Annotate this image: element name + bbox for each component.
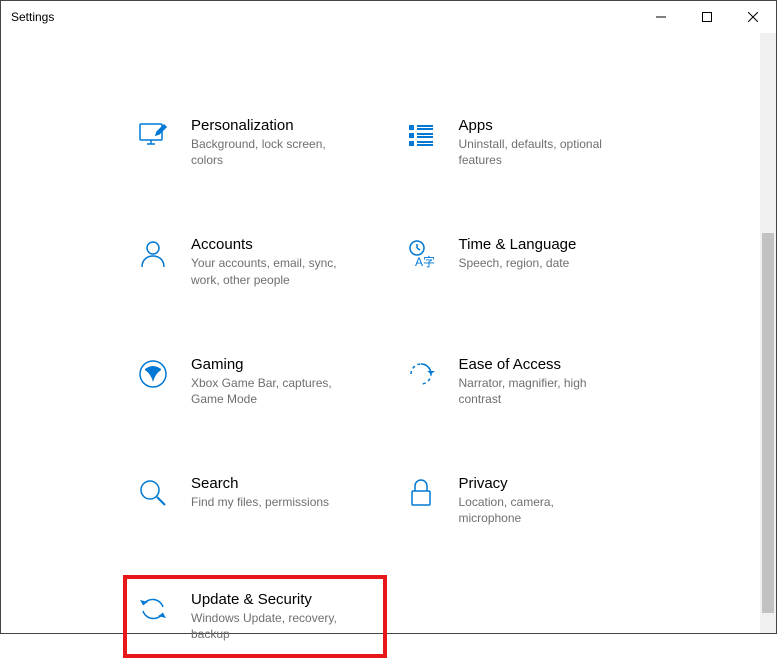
ease-of-access-icon: [403, 356, 439, 392]
search-icon: [135, 475, 171, 511]
scrollbar-thumb[interactable]: [762, 233, 774, 613]
svg-text:A字: A字: [415, 254, 435, 269]
category-title: Accounts: [191, 236, 351, 253]
category-desc: Speech, region, date: [459, 255, 577, 271]
category-search[interactable]: Search Find my files, permissions: [131, 471, 379, 530]
minimize-button[interactable]: [638, 1, 684, 33]
category-title: Privacy: [459, 475, 619, 492]
maximize-button[interactable]: [684, 1, 730, 33]
scrollbar[interactable]: [760, 33, 776, 633]
privacy-icon: [403, 475, 439, 511]
category-title: Ease of Access: [459, 356, 619, 373]
update-security-icon: [135, 591, 171, 627]
category-title: Update & Security: [191, 591, 351, 608]
category-title: Apps: [459, 117, 619, 134]
category-desc: Your accounts, email, sync, work, other …: [191, 255, 351, 287]
close-button[interactable]: [730, 1, 776, 33]
titlebar: Settings: [1, 1, 776, 33]
category-ease-of-access[interactable]: Ease of Access Narrator, magnifier, high…: [399, 352, 647, 411]
category-desc: Location, camera, microphone: [459, 494, 619, 526]
settings-categories: Personalization Background, lock screen,…: [1, 33, 776, 662]
time-language-icon: A字: [403, 236, 439, 272]
category-desc: Find my files, permissions: [191, 494, 329, 510]
category-update-security[interactable]: Update & Security Windows Update, recove…: [123, 575, 387, 658]
category-gaming[interactable]: Gaming Xbox Game Bar, captures, Game Mod…: [131, 352, 379, 411]
category-title: Personalization: [191, 117, 351, 134]
gaming-icon: [135, 356, 171, 392]
category-accounts[interactable]: Accounts Your accounts, email, sync, wor…: [131, 232, 379, 291]
category-apps[interactable]: Apps Uninstall, defaults, optional featu…: [399, 113, 647, 172]
category-time-language[interactable]: A字 Time & Language Speech, region, date: [399, 232, 647, 291]
category-desc: Windows Update, recovery, backup: [191, 610, 351, 642]
settings-grid: Personalization Background, lock screen,…: [131, 113, 646, 642]
category-personalization[interactable]: Personalization Background, lock screen,…: [131, 113, 379, 172]
category-privacy[interactable]: Privacy Location, camera, microphone: [399, 471, 647, 530]
category-desc: Background, lock screen, colors: [191, 136, 351, 168]
category-title: Time & Language: [459, 236, 577, 253]
category-desc: Uninstall, defaults, optional features: [459, 136, 619, 168]
personalization-icon: [135, 117, 171, 153]
category-desc: Xbox Game Bar, captures, Game Mode: [191, 375, 351, 407]
category-title: Gaming: [191, 356, 351, 373]
accounts-icon: [135, 236, 171, 272]
apps-icon: [403, 117, 439, 153]
caption-buttons: [638, 1, 776, 33]
category-desc: Narrator, magnifier, high contrast: [459, 375, 619, 407]
category-title: Search: [191, 475, 329, 492]
window-title: Settings: [11, 10, 54, 24]
